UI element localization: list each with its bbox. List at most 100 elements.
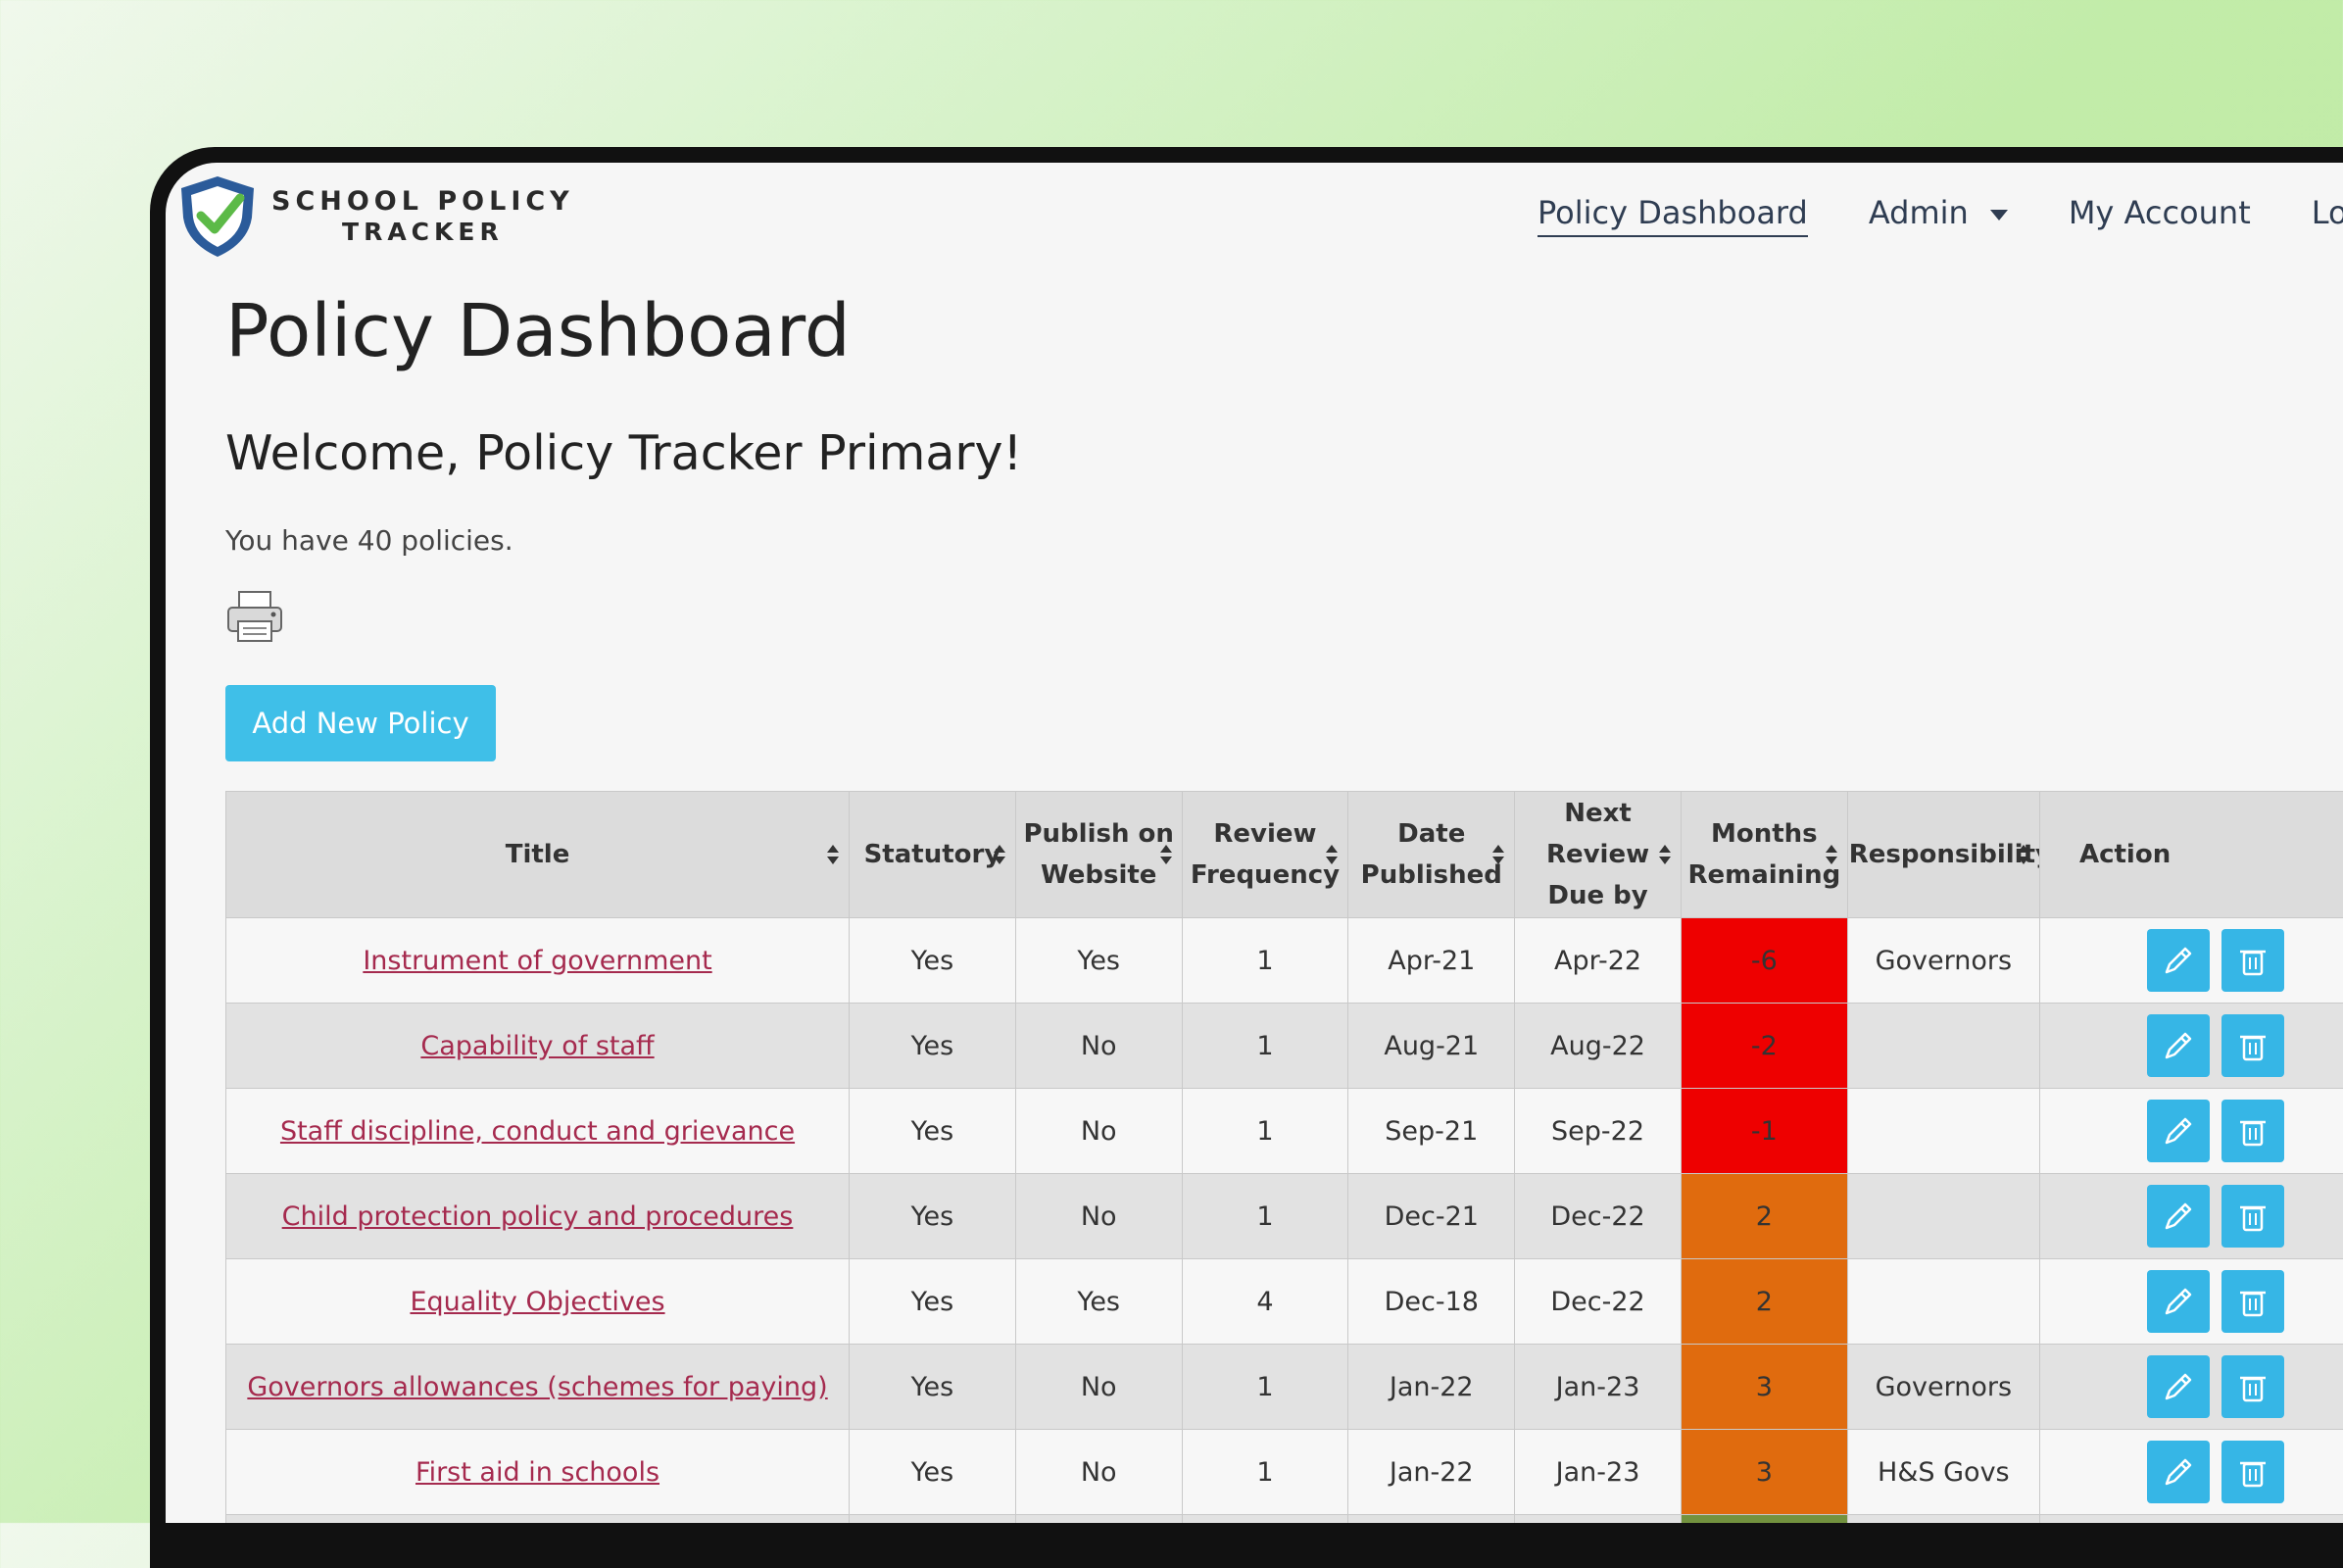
sort-icon — [1160, 845, 1172, 864]
frequency-cell: 1 — [1182, 1089, 1348, 1174]
edit-button[interactable] — [2147, 1355, 2210, 1418]
delete-button[interactable] — [2221, 1100, 2284, 1162]
printer-icon[interactable] — [225, 590, 284, 645]
header-action: Action — [2039, 792, 2343, 918]
top-nav: Policy Dashboard Admin My Account Log — [1538, 194, 2343, 237]
trash-icon — [2235, 1028, 2270, 1063]
policy-title-link[interactable]: Instrument of government — [363, 946, 711, 976]
table-row: Governors allowances (schemes for paying… — [226, 1345, 2343, 1430]
pencil-icon — [2161, 943, 2196, 978]
header-label: Date Published — [1361, 819, 1502, 890]
header-frequency[interactable]: Review Frequency — [1182, 792, 1348, 918]
date-published-cell: Sep-21 — [1348, 1089, 1515, 1174]
frequency-cell: 1 — [1182, 1515, 1348, 1524]
frequency-cell: 4 — [1182, 1259, 1348, 1345]
trash-icon — [2235, 1199, 2270, 1234]
edit-button[interactable] — [2147, 1270, 2210, 1333]
responsibility-cell — [1847, 1259, 2039, 1345]
header-statutory[interactable]: Statutory — [850, 792, 1016, 918]
actions-cell — [2039, 1515, 2343, 1524]
months-remaining-cell: -2 — [1681, 1004, 1847, 1089]
pencil-icon — [2161, 1113, 2196, 1149]
delete-button[interactable] — [2221, 1014, 2284, 1077]
edit-button[interactable] — [2147, 1441, 2210, 1503]
months-remaining-cell: -1 — [1681, 1089, 1847, 1174]
header-responsibility[interactable]: Responsibility — [1847, 792, 2039, 918]
title-cell: Child protection policy and procedures — [226, 1174, 850, 1259]
header-label: Action — [2079, 840, 2171, 869]
responsibility-cell — [1847, 1174, 2039, 1259]
header-publish[interactable]: Publish on Website — [1015, 792, 1182, 918]
delete-button[interactable] — [2221, 929, 2284, 992]
date-published-cell: Dec-18 — [1348, 1259, 1515, 1345]
title-cell: Equality Objectives — [226, 1259, 850, 1345]
edit-button[interactable] — [2147, 1185, 2210, 1248]
policy-title-link[interactable]: Staff discipline, conduct and grievance — [280, 1116, 795, 1147]
edit-button[interactable] — [2147, 929, 2210, 992]
logo-text: SCHOOL POLICY TRACKER — [271, 186, 574, 247]
frequency-cell: 1 — [1182, 918, 1348, 1004]
actions-cell — [2039, 1174, 2343, 1259]
sort-icon — [827, 845, 839, 864]
months-remaining-cell: 2 — [1681, 1174, 1847, 1259]
header-label: Months Remaining — [1687, 819, 1840, 890]
policy-title-link[interactable]: Equality Objectives — [410, 1287, 664, 1317]
header-next-review[interactable]: Next Review Due by — [1515, 792, 1682, 918]
table-row: Child protection policy and proceduresYe… — [226, 1174, 2343, 1259]
delete-button[interactable] — [2221, 1355, 2284, 1418]
policy-title-link[interactable]: Capability of staff — [420, 1031, 654, 1061]
policy-title-link[interactable]: Child protection policy and procedures — [282, 1201, 794, 1232]
nav-my-account[interactable]: My Account — [2069, 194, 2251, 237]
statutory-cell: Yes — [850, 1089, 1016, 1174]
next-review-cell: Dec-22 — [1515, 1174, 1682, 1259]
policy-title-link[interactable]: Governors allowances (schemes for paying… — [247, 1372, 827, 1402]
actions-cell — [2039, 1430, 2343, 1515]
sort-icon — [994, 845, 1005, 864]
next-review-cell: Jan-23 — [1515, 1430, 1682, 1515]
statutory-cell: Yes — [850, 1430, 1016, 1515]
nav-logout[interactable]: Log — [2312, 194, 2343, 237]
publish-cell: Yes — [1015, 1515, 1182, 1524]
pencil-icon — [2161, 1199, 2196, 1234]
actions-cell — [2039, 1345, 2343, 1430]
sort-icon — [1826, 845, 1837, 864]
table-header-row: Title Statutory Publish on Website Revie… — [226, 792, 2343, 918]
title-cell: Behaviour Policy — [226, 1515, 850, 1524]
publish-cell: No — [1015, 1430, 1182, 1515]
nav-admin[interactable]: Admin — [1869, 194, 2008, 237]
next-review-cell: Sep-22 — [1515, 1089, 1682, 1174]
trash-icon — [2235, 1113, 2270, 1149]
policy-title-link[interactable]: First aid in schools — [415, 1457, 659, 1488]
edit-button[interactable] — [2147, 1100, 2210, 1162]
months-remaining-cell: 3 — [1681, 1345, 1847, 1430]
delete-button[interactable] — [2221, 1270, 2284, 1333]
responsibility-cell — [1847, 1004, 2039, 1089]
nav-policy-dashboard[interactable]: Policy Dashboard — [1538, 194, 1808, 237]
header-label: Review Frequency — [1191, 819, 1340, 890]
pencil-icon — [2161, 1454, 2196, 1490]
next-review-cell: Aug-22 — [1515, 1004, 1682, 1089]
responsibility-cell — [1847, 1089, 2039, 1174]
statutory-cell: Yes — [850, 1004, 1016, 1089]
app-logo[interactable]: SCHOOL POLICY TRACKER — [175, 172, 574, 261]
delete-button[interactable] — [2221, 1185, 2284, 1248]
months-remaining-cell: 10 — [1681, 1515, 1847, 1524]
header-label: Responsibility — [1849, 840, 2040, 869]
edit-button[interactable] — [2147, 1014, 2210, 1077]
months-remaining-cell: 3 — [1681, 1430, 1847, 1515]
publish-cell: No — [1015, 1004, 1182, 1089]
policy-count: You have 40 policies. — [225, 524, 513, 557]
add-new-policy-button[interactable]: Add New Policy — [225, 685, 496, 761]
header-title[interactable]: Title — [226, 792, 850, 918]
date-published-cell: Aug-21 — [1348, 1004, 1515, 1089]
pencil-icon — [2161, 1369, 2196, 1404]
statutory-cell: Yes — [850, 1259, 1016, 1345]
delete-button[interactable] — [2221, 1441, 2284, 1503]
table-row: Behaviour PolicyYesYes1Aug-22Aug-2310 — [226, 1515, 2343, 1524]
header-date-published[interactable]: Date Published — [1348, 792, 1515, 918]
publish-cell: Yes — [1015, 1259, 1182, 1345]
publish-cell: No — [1015, 1089, 1182, 1174]
sort-icon — [1659, 845, 1671, 864]
header-months-remaining[interactable]: Months Remaining — [1681, 792, 1847, 918]
table-row: Instrument of governmentYesYes1Apr-21Apr… — [226, 918, 2343, 1004]
